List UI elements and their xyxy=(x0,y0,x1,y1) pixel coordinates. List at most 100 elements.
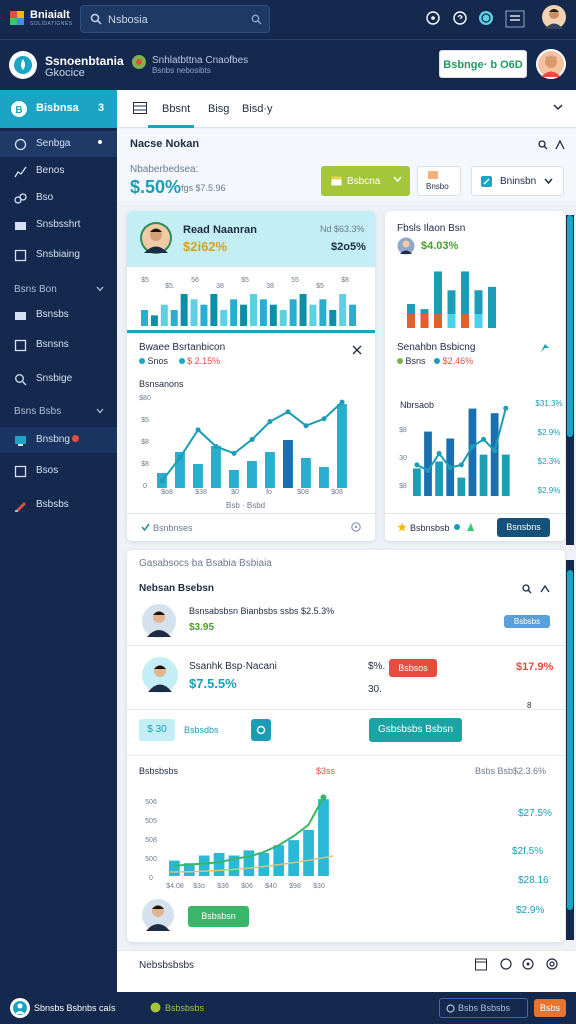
globe-icon[interactable] xyxy=(478,10,496,28)
feed-row3-chip[interactable]: $ 30 xyxy=(139,719,175,741)
feed-row2-button[interactable]: Bsbsos xyxy=(389,659,437,677)
header-action-button[interactable]: Bsbnge· b O6D xyxy=(439,50,527,78)
more-icon[interactable] xyxy=(351,522,361,532)
bar xyxy=(211,446,221,488)
tab-3[interactable]: Bisd·y xyxy=(242,103,273,115)
sidebar-item-snsbsshrt[interactable]: Snsbsshrt xyxy=(0,212,117,238)
x-tick-label: $0 xyxy=(231,489,239,496)
bar-segment xyxy=(447,314,456,328)
scrollbar-thumb-2[interactable] xyxy=(567,570,573,910)
card1-footer: Bsnbnses xyxy=(153,523,193,533)
x-tick-label: $o8 xyxy=(161,489,173,496)
view-dropdown[interactable]: Bninsbn xyxy=(471,166,564,196)
user-avatar[interactable] xyxy=(542,5,566,29)
search-icon[interactable] xyxy=(522,584,532,594)
tab-2[interactable]: Bisg xyxy=(208,103,229,115)
sidebar-item-label: Bso xyxy=(36,192,54,203)
sidebar-item-bsnsbs[interactable]: Bsnsbs xyxy=(0,302,117,328)
sidebar-section-2[interactable]: Bsns Bsbs xyxy=(14,406,61,417)
divider xyxy=(127,755,565,756)
sidebar-item-bnsbng[interactable]: Bnsbng xyxy=(0,427,117,453)
search-submit-icon[interactable] xyxy=(251,14,262,25)
line-point xyxy=(481,436,487,442)
trader-price: $2i62% xyxy=(183,239,228,254)
page-title: Ssnoenbtania xyxy=(45,54,124,68)
flag-icon[interactable] xyxy=(540,343,550,353)
header-link[interactable]: Snhlatbttna Cnaofbes xyxy=(152,55,248,66)
feed-row3-icon-button[interactable] xyxy=(251,719,271,741)
period-select[interactable]: Bsbcna xyxy=(321,166,410,196)
chevron-up-icon[interactable] xyxy=(540,584,550,594)
bottom-avatar[interactable] xyxy=(9,997,31,1019)
active-tab-indicator xyxy=(148,125,194,128)
sidebar-item-bsbsbs[interactable]: Bsbsbs xyxy=(0,492,117,518)
bar xyxy=(198,855,210,876)
tab-1[interactable]: Bbsnt xyxy=(162,103,190,115)
line-point xyxy=(469,443,475,449)
pencil-icon xyxy=(14,499,27,512)
sidebar-item-snsbige[interactable]: Snsbige xyxy=(0,366,117,392)
line-point xyxy=(231,450,237,456)
card2-action-button[interactable]: Bsnsbns xyxy=(497,518,550,537)
help-icon[interactable] xyxy=(452,10,470,28)
bottom-link[interactable]: Bsbsbsbs xyxy=(165,1003,204,1013)
y-tick-label: $8 xyxy=(141,461,149,468)
feed-row3-action[interactable]: Gsbsbsbs Bsbsn xyxy=(369,718,462,742)
sidebar-item-label: Bsnsns xyxy=(36,339,69,350)
menu-icon[interactable] xyxy=(505,10,527,28)
notification-icon[interactable] xyxy=(425,10,443,28)
info-icon[interactable] xyxy=(522,958,534,970)
line-point xyxy=(436,451,442,457)
feed-caption: Gasabsocs ba Bsabia Bsbiaia xyxy=(139,558,272,569)
feed-avatar-3 xyxy=(141,898,175,932)
bar xyxy=(190,299,198,326)
profile-avatar[interactable] xyxy=(535,48,567,80)
card2-section-title: Senahbn Bsbicng xyxy=(397,342,476,353)
sidebar-item-label: Bsos xyxy=(36,465,59,476)
bar xyxy=(240,304,248,326)
filter-chip-label: Bnsbo xyxy=(426,182,449,191)
feed-chart-button[interactable]: Bsbsbsn xyxy=(188,906,249,927)
sidebar-item-benos[interactable]: Benos xyxy=(0,158,117,184)
bottom-button[interactable]: Bsbs xyxy=(534,999,566,1017)
feed-row2-n2: 30. xyxy=(368,684,382,695)
y-tick-label: $80 xyxy=(139,395,151,402)
overview-title: Nacse Nokan xyxy=(130,138,200,150)
search-icon[interactable] xyxy=(538,140,548,150)
settings-icon[interactable] xyxy=(546,958,558,970)
sidebar-item-snsbiaing[interactable]: Snsbiaing xyxy=(0,242,117,268)
sidebar-header[interactable]: B Bisbnsa 3 xyxy=(0,90,117,128)
chevron-down-icon[interactable] xyxy=(96,408,104,414)
line-point xyxy=(213,443,219,449)
scrollbar-thumb[interactable] xyxy=(567,215,573,437)
sidebar-item-senbga[interactable]: Senbga xyxy=(0,131,117,157)
expand-icon[interactable] xyxy=(352,345,362,355)
filter-chip[interactable]: Bnsbo xyxy=(417,166,461,196)
x-tick-label: $06 xyxy=(241,883,253,890)
search-input[interactable]: Nsbosia xyxy=(80,5,270,33)
feed-row1-badge[interactable]: Bsbsbs xyxy=(504,615,550,628)
grid-icon[interactable] xyxy=(133,102,147,114)
line-point xyxy=(458,462,464,468)
y-tick-label: 30 xyxy=(399,455,407,462)
chevron-down-icon[interactable] xyxy=(553,103,563,111)
legend-label-1: Snos xyxy=(147,356,169,366)
circle-icon xyxy=(446,1004,455,1013)
bar xyxy=(247,461,257,488)
sidebar-section-1[interactable]: Bsns Bon xyxy=(14,284,57,295)
legend-dot xyxy=(139,358,145,364)
sidebar-item-bsnsns[interactable]: Bsnsns xyxy=(0,332,117,358)
bar xyxy=(329,310,337,326)
sidebar-item-bsos[interactable]: Bsos xyxy=(0,458,117,484)
legend-label-1: Bsns xyxy=(405,356,426,366)
calendar-icon[interactable] xyxy=(475,958,487,971)
settings-icon[interactable] xyxy=(555,140,565,150)
sidebar-item-bso[interactable]: Bso xyxy=(0,185,117,211)
clock-icon[interactable] xyxy=(500,958,512,970)
share-icon[interactable] xyxy=(453,522,475,532)
feed-chart-top-value: $3ss xyxy=(316,766,336,776)
bar-segment xyxy=(488,314,496,328)
bar xyxy=(301,458,311,488)
bottom-pill[interactable]: Bsbs Bsbsbs xyxy=(439,998,528,1018)
chevron-down-icon[interactable] xyxy=(96,286,104,292)
